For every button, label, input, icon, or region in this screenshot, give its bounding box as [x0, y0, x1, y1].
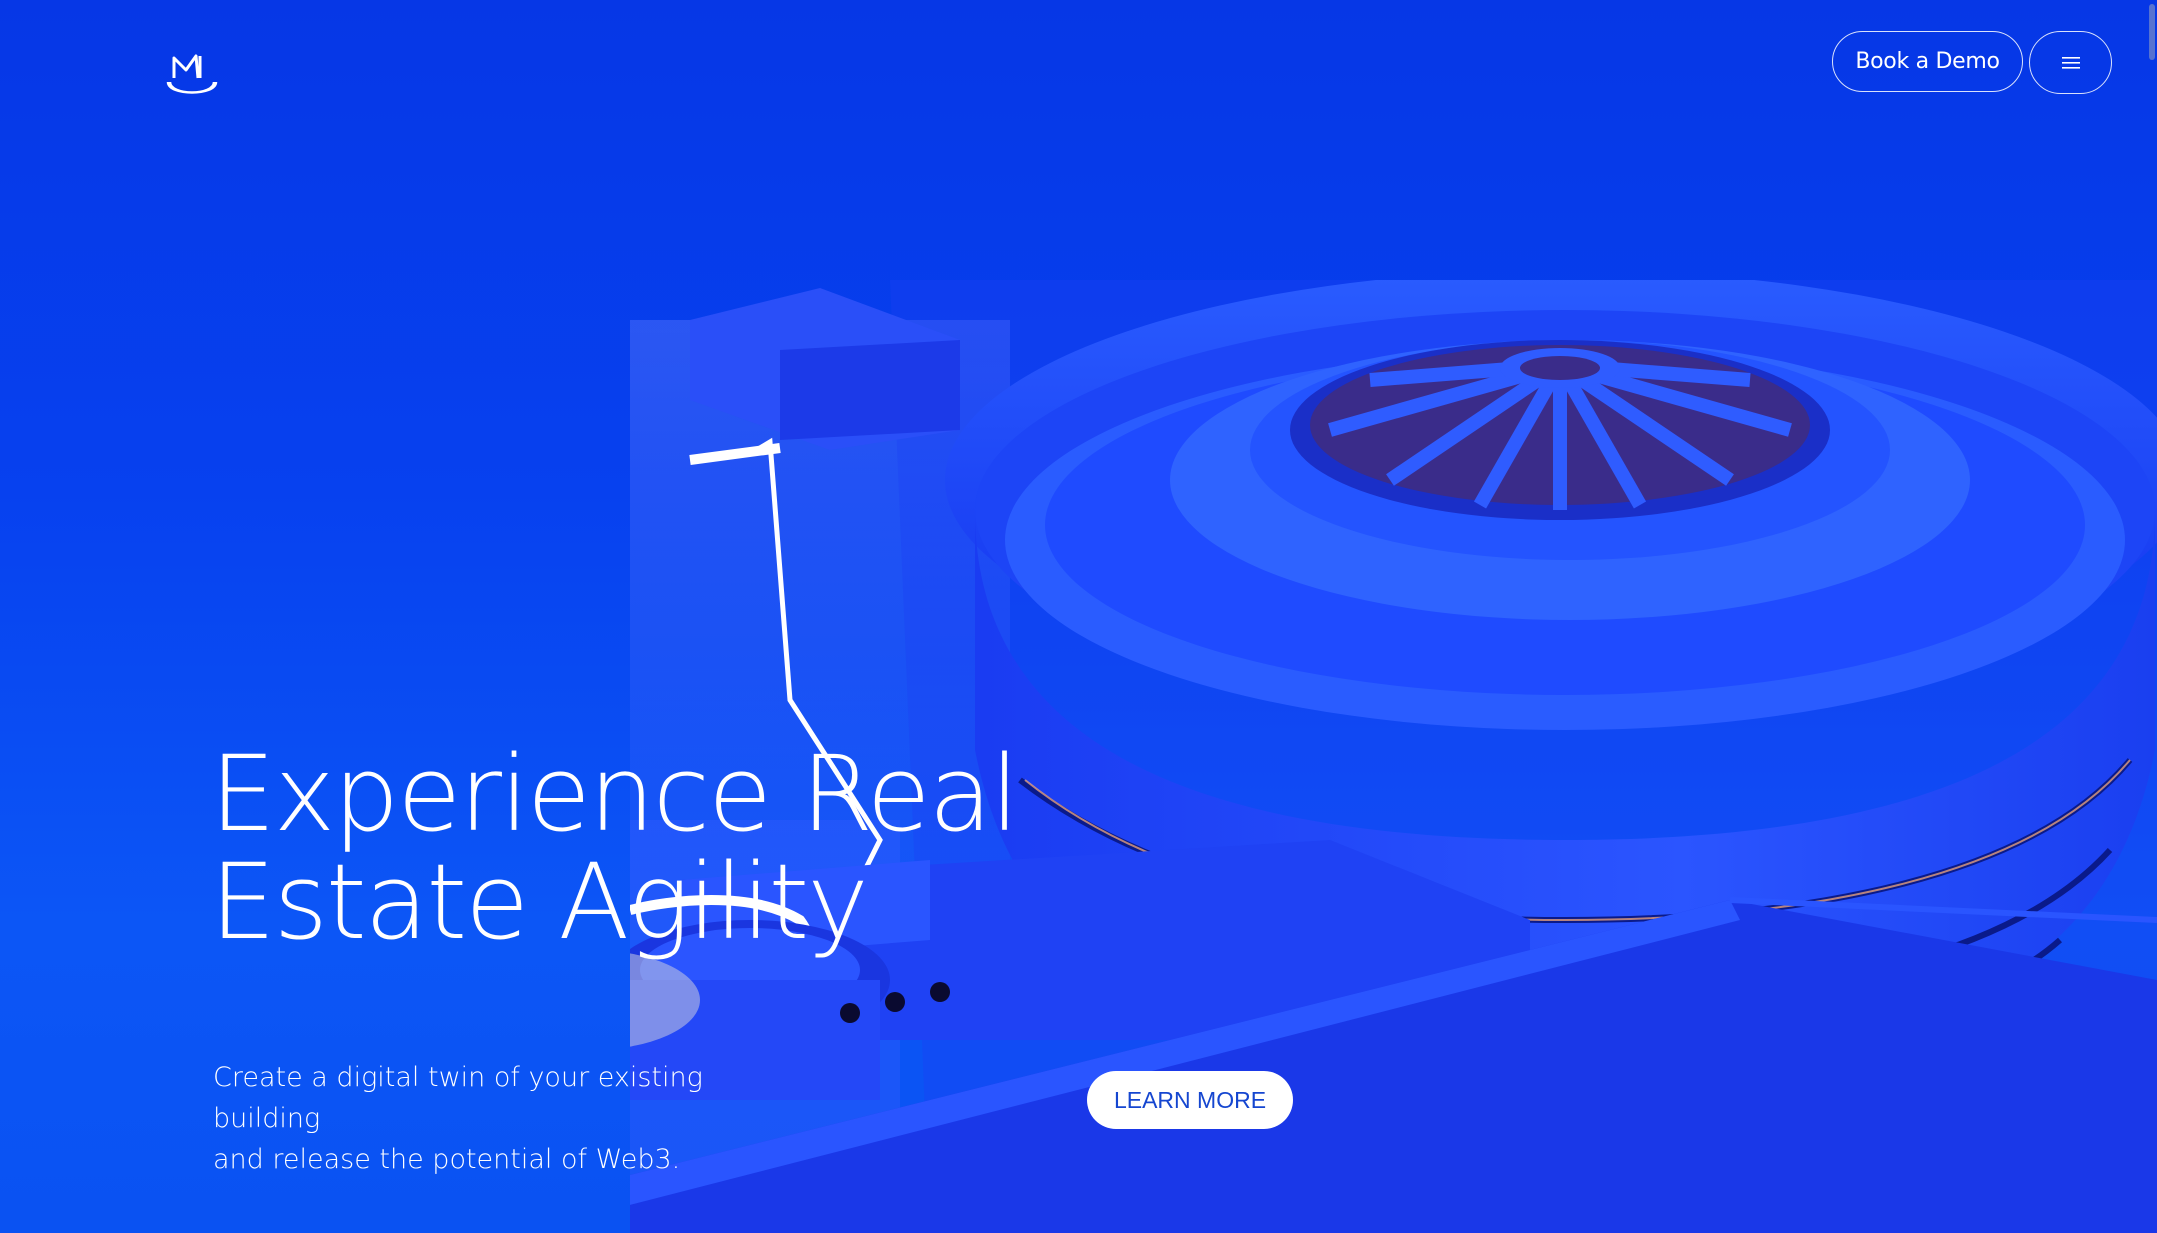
hero-subtitle: Create a digital twin of your existing b… — [213, 1057, 813, 1180]
hero-subtitle-line1: Create a digital twin of your existing b… — [213, 1062, 703, 1134]
m-logo-icon — [166, 54, 218, 94]
hero-subtitle-line2: and release the potential of Web3. — [213, 1144, 681, 1175]
hamburger-menu-icon — [2061, 56, 2080, 69]
hero-title-line2: Estate Agility — [210, 841, 869, 963]
hero-title-line1: Experience Real — [210, 733, 1019, 855]
hero-title: Experience Real Estate Agility — [210, 740, 1110, 956]
book-demo-button[interactable]: Book a Demo — [1832, 31, 2023, 92]
scrollbar-thumb[interactable] — [2149, 4, 2155, 60]
menu-button[interactable] — [2029, 31, 2112, 94]
brand-logo[interactable] — [164, 50, 220, 98]
learn-more-button[interactable]: LEARN MORE — [1087, 1071, 1293, 1129]
